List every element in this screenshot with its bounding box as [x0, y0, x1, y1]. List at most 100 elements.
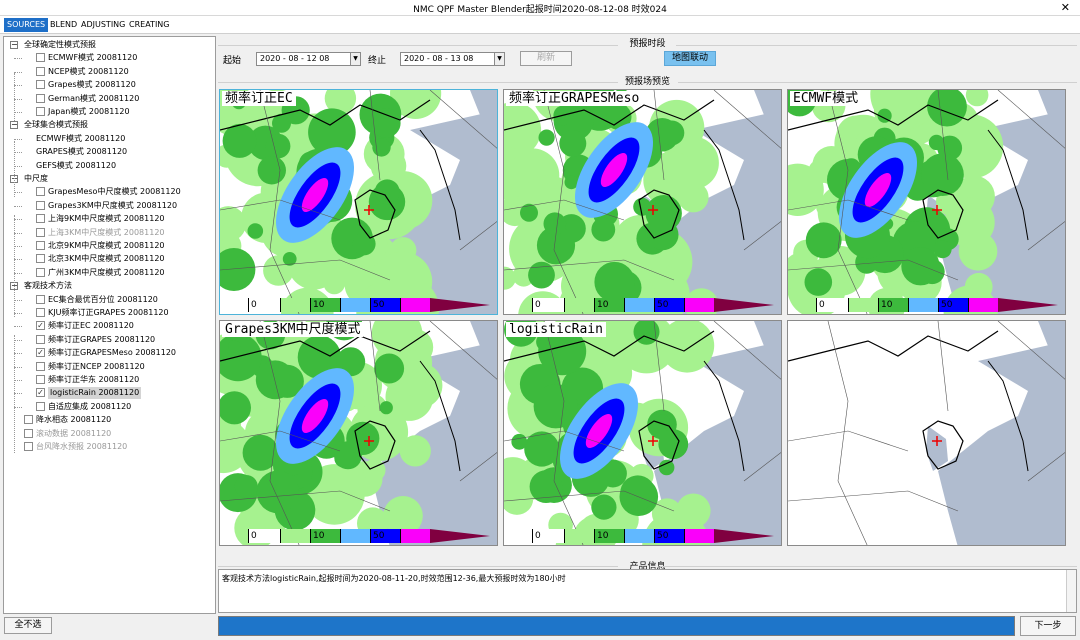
end-time-select[interactable]: 2020 - 08 - 13 08 ▼ [400, 52, 505, 66]
start-time-select[interactable]: 2020 - 08 - 12 08 ▼ [256, 52, 361, 66]
tree-item[interactable]: 北京3KM中尺度模式 20081120 [4, 253, 214, 265]
tree-item[interactable]: GEFS模式 20081120 [4, 160, 214, 172]
tree-item[interactable]: Grapes模式 20081120 [4, 79, 214, 91]
collapse-icon[interactable]: − [10, 121, 18, 130]
tree-item-label: 客观技术方法 [24, 281, 72, 291]
tree-item[interactable]: ✓ 频率订正EC 20081120 [4, 320, 214, 332]
tree-item-label: 频率订正GRAPES 20081120 [48, 334, 156, 344]
tree-item[interactable]: 频率订正华东 20081120 [4, 374, 214, 386]
tree-item[interactable]: ECMWF模式 20081120 [4, 133, 214, 145]
tree-item-label: 台风降水预报 20081120 [36, 442, 128, 451]
tree-item[interactable]: NCEP模式 20081120 [4, 66, 214, 78]
checkbox[interactable]: ✓ [36, 321, 45, 331]
window-title: NMC QPF Master Blender起报时间2020-08-12-08 … [413, 5, 667, 15]
checkbox[interactable] [24, 442, 33, 451]
tree-item[interactable]: 广州3KM中尺度模式 20081120 [4, 267, 214, 279]
tree-item[interactable]: 上海3KM中尺度模式 20081120 [4, 227, 214, 239]
tab-adjusting[interactable]: ADJUSTING [78, 18, 128, 32]
tree-item-label: 全球确定性模式预报 [24, 40, 96, 49]
next-button[interactable]: 下一步 [1020, 616, 1076, 636]
map-title: 频率订正GRAPESMeso [506, 91, 643, 106]
colorbar-segment: 0 [248, 529, 280, 543]
map-panel[interactable] [787, 320, 1066, 546]
tree-item[interactable]: − 客观技术方法 [4, 280, 214, 292]
checkbox[interactable] [36, 53, 45, 63]
tree-item[interactable]: KJU频率订正GRAPES 20081120 [4, 307, 214, 319]
checkbox[interactable] [36, 401, 45, 411]
map-panel[interactable]: Grapes3KM中尺度模式 0 10 50 [219, 320, 498, 546]
tree-item[interactable]: 频率订正NCEP 20081120 [4, 361, 214, 373]
tree-item[interactable]: 台风降水预报 20081120 [4, 441, 214, 453]
checkbox[interactable] [36, 214, 45, 224]
tree-item[interactable]: EC集合最优百分位 20081120 [4, 294, 214, 306]
tree-item[interactable]: GrapesMeso中尺度模式 20081120 [4, 186, 214, 198]
product-info-value: 客观技术方法logisticRain,起报时间为2020-08-11-20,时效… [222, 574, 566, 583]
tree-item[interactable]: 上海9KM中尺度模式 20081120 [4, 213, 214, 225]
colorbar-arrow [430, 529, 490, 543]
colorbar-segment: 50 [654, 529, 684, 543]
map-panel[interactable]: 频率订正GRAPESMeso 0 10 50 [503, 89, 782, 315]
checkbox[interactable] [36, 375, 45, 384]
title-bar: NMC QPF Master Blender起报时间2020-08-12-08 … [0, 0, 1080, 16]
colorbar-segment: 50 [370, 529, 400, 543]
colorbar-segment [684, 529, 714, 543]
checkbox[interactable]: ✓ [36, 348, 45, 358]
collapse-icon[interactable]: − [10, 41, 18, 49]
colorbar-segment: 0 [532, 298, 564, 312]
tree-item[interactable]: ✓ 频率订正GRAPESMeso 20081120 [4, 347, 214, 359]
colorbar-segment: 10 [310, 529, 340, 543]
tree-item[interactable]: Grapes3KM中尺度模式 20081120 [4, 200, 214, 212]
tree-item[interactable]: 降水相态 20081120 [4, 414, 214, 426]
start-time-value: 2020 - 08 - 12 08 [260, 54, 330, 63]
tree-item[interactable]: 频率订正GRAPES 20081120 [4, 334, 214, 346]
checkbox[interactable] [36, 241, 45, 250]
map-title: Grapes3KM中尺度模式 [222, 322, 364, 337]
tree-item[interactable]: GRAPES模式 20081120 [4, 146, 214, 158]
deselect-all-button[interactable]: 全不选 [4, 617, 52, 634]
checkbox[interactable]: ✓ [36, 388, 45, 398]
tree-item-label: 自适应集成 20081120 [48, 401, 132, 411]
checkbox[interactable] [36, 361, 45, 371]
map-panel[interactable]: ECMWF模式 0 10 50 [787, 89, 1066, 315]
tree-item[interactable]: − 全球集合模式预报 [4, 119, 214, 131]
checkbox[interactable] [36, 334, 45, 344]
refresh-button[interactable]: 刷新 [520, 51, 572, 66]
checkbox[interactable] [36, 254, 45, 264]
close-icon[interactable]: ✕ [1061, 1, 1070, 14]
tree-item[interactable]: ECMWF模式 20081120 [4, 52, 214, 64]
checkbox[interactable] [36, 227, 45, 237]
tree-item-label: ECMWF模式 20081120 [48, 53, 138, 63]
checkbox[interactable] [36, 200, 45, 210]
tree-item[interactable]: German模式 20081120 [4, 93, 214, 105]
checkbox[interactable] [36, 294, 45, 304]
tree-item[interactable]: ✓ logisticRain 20081120 [4, 387, 214, 400]
map-panel[interactable]: 频率订正EC 0 10 50 [219, 89, 498, 315]
tree-item[interactable]: Japan模式 20081120 [4, 106, 214, 118]
map-link-button[interactable]: 地图联动 [664, 51, 716, 66]
checkbox[interactable] [24, 415, 33, 425]
tree-item[interactable]: − 中尺度 [4, 173, 214, 185]
checkbox[interactable] [36, 107, 45, 116]
tree-item[interactable]: 滚动数据 20081120 [4, 428, 214, 440]
map-panel[interactable]: logisticRain 0 10 50 [503, 320, 782, 546]
tree-item[interactable]: − 全球确定性模式预报 [4, 39, 214, 51]
colorbar-segment [624, 529, 654, 543]
checkbox[interactable] [36, 66, 45, 76]
map-title: ECMWF模式 [790, 91, 862, 106]
checkbox[interactable] [36, 93, 45, 103]
checkbox[interactable] [36, 308, 45, 317]
tree-item[interactable]: 北京9KM中尺度模式 20081120 [4, 240, 214, 252]
colorbar-arrow [998, 298, 1058, 312]
checkbox[interactable] [36, 80, 45, 90]
tab-creating[interactable]: CREATING [126, 18, 172, 32]
tree-item-label: 频率订正EC 20081120 [48, 321, 134, 331]
colorbar-segment: 50 [654, 298, 684, 312]
checkbox[interactable] [24, 428, 33, 438]
scrollbar[interactable] [1066, 570, 1076, 612]
tab-sources[interactable]: SOURCES [4, 18, 49, 32]
checkbox[interactable] [36, 187, 45, 197]
checkbox[interactable] [36, 267, 45, 277]
tab-blend[interactable]: BLEND [47, 18, 80, 32]
source-tree[interactable]: − 全球确定性模式预报 ECMWF模式 20081120 NCEP模式 2008112… [3, 36, 216, 614]
tree-item[interactable]: 自适应集成 20081120 [4, 401, 214, 413]
